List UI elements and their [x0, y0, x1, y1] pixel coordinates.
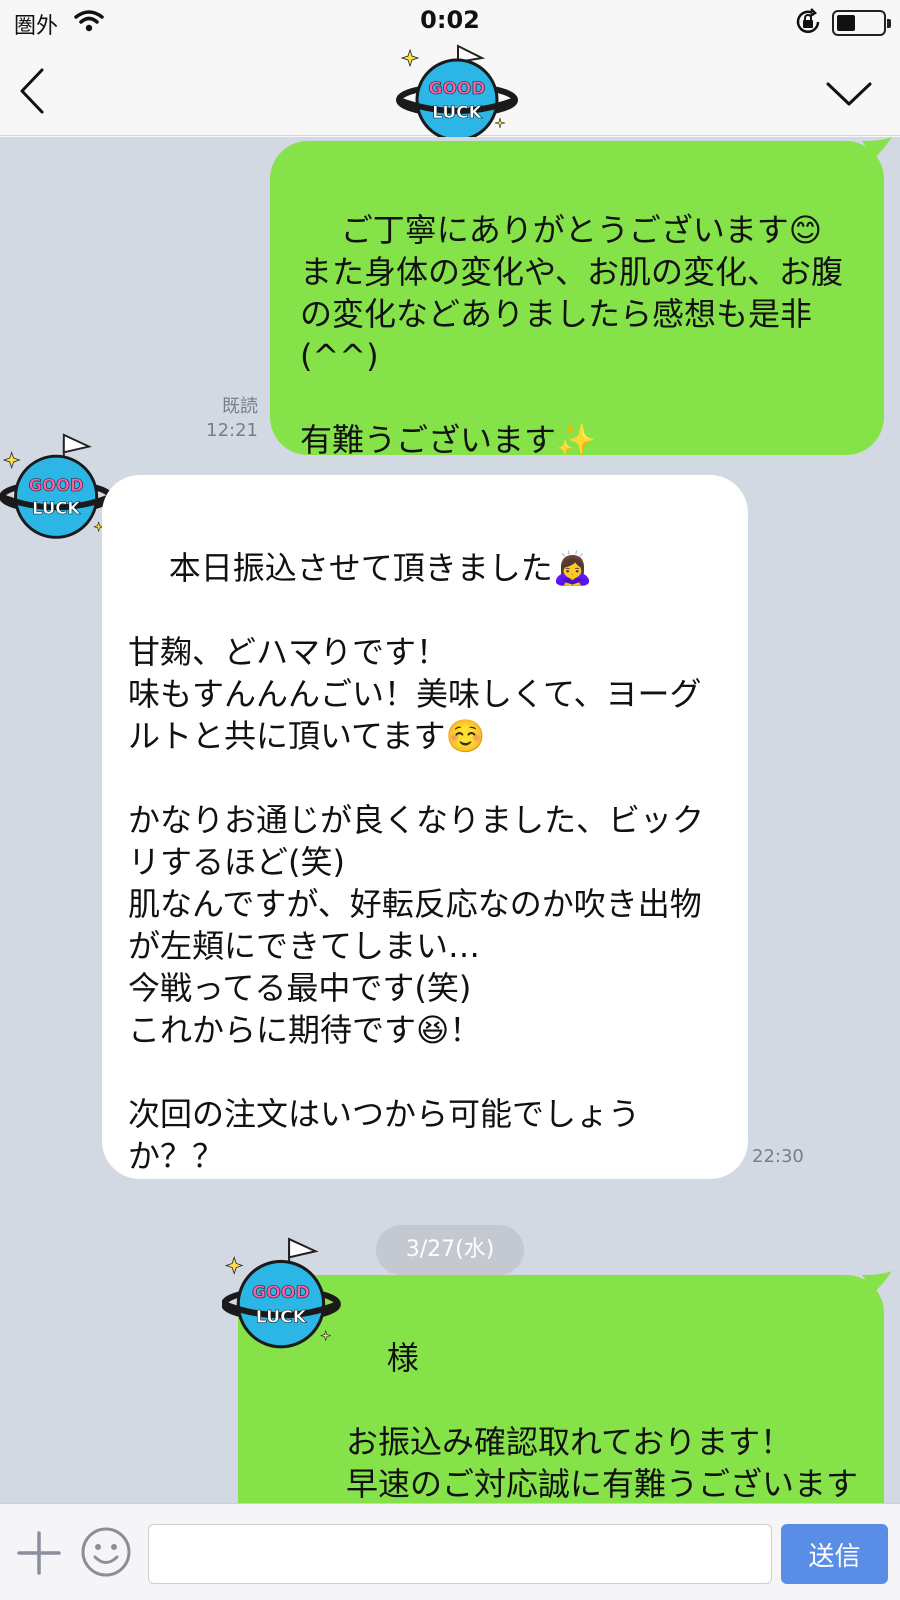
- battery-icon: [832, 10, 891, 36]
- avatar-good-text: GOOD: [429, 79, 486, 99]
- message-text: 様 お振込み確認取れております！ 早速のご対応誠に有難うございます (^^): [346, 1339, 859, 1503]
- bubble-tail: [862, 137, 892, 159]
- status-bar: 圏外 0:02: [0, 0, 900, 44]
- message-text: ご丁寧にありがとうございます😊 また身体の変化や、お肌の変化、お腹の変化などあり…: [300, 211, 844, 459]
- read-receipt: 既読: [222, 396, 258, 417]
- status-time: 0:02: [420, 6, 480, 34]
- message-bubble-received[interactable]: 本日振込させて頂きました🙇‍♀️ 甘麹、どハマりです！ 味もすんんんごい！美味し…: [102, 475, 748, 1179]
- message-time: 12:21: [206, 420, 258, 441]
- send-button[interactable]: 送信: [781, 1524, 888, 1584]
- message-input[interactable]: [148, 1524, 772, 1584]
- back-chevron-icon[interactable]: [14, 66, 54, 116]
- inline-sticker-avatar: GOOD LUCK: [222, 1237, 341, 1349]
- svg-text:GOOD: GOOD: [29, 476, 84, 495]
- svg-text:GOOD: GOOD: [252, 1283, 310, 1303]
- avatar-luck-text: LUCK: [432, 103, 483, 123]
- message-text: 本日振込させて頂きました🙇‍♀️ 甘麹、どハマりです！ 味もすんんんごい！美味し…: [128, 549, 705, 1175]
- message-bubble-sent[interactable]: ご丁寧にありがとうございます😊 また身体の変化や、お肌の変化、お腹の変化などあり…: [270, 141, 884, 459]
- svg-text:LUCK: LUCK: [32, 499, 81, 518]
- message-input-bar: 送信: [0, 1503, 900, 1600]
- chevron-down-icon[interactable]: [824, 78, 874, 108]
- message-time: 22:30: [752, 1146, 804, 1167]
- rotation-lock-icon: [796, 8, 820, 34]
- chat-header: GOOD LUCK: [0, 44, 900, 142]
- sender-avatar[interactable]: GOOD LUCK: [0, 433, 118, 547]
- date-separator: 3/27(水): [376, 1225, 524, 1275]
- bubble-tail: [862, 1271, 892, 1293]
- plus-icon[interactable]: [16, 1530, 62, 1576]
- svg-text:LUCK: LUCK: [256, 1307, 307, 1327]
- emoji-icon[interactable]: [80, 1526, 132, 1578]
- contact-avatar[interactable]: GOOD LUCK: [396, 44, 518, 144]
- chat-messages[interactable]: ご丁寧にありがとうございます😊 また身体の変化や、お肌の変化、お腹の変化などあり…: [0, 137, 900, 1503]
